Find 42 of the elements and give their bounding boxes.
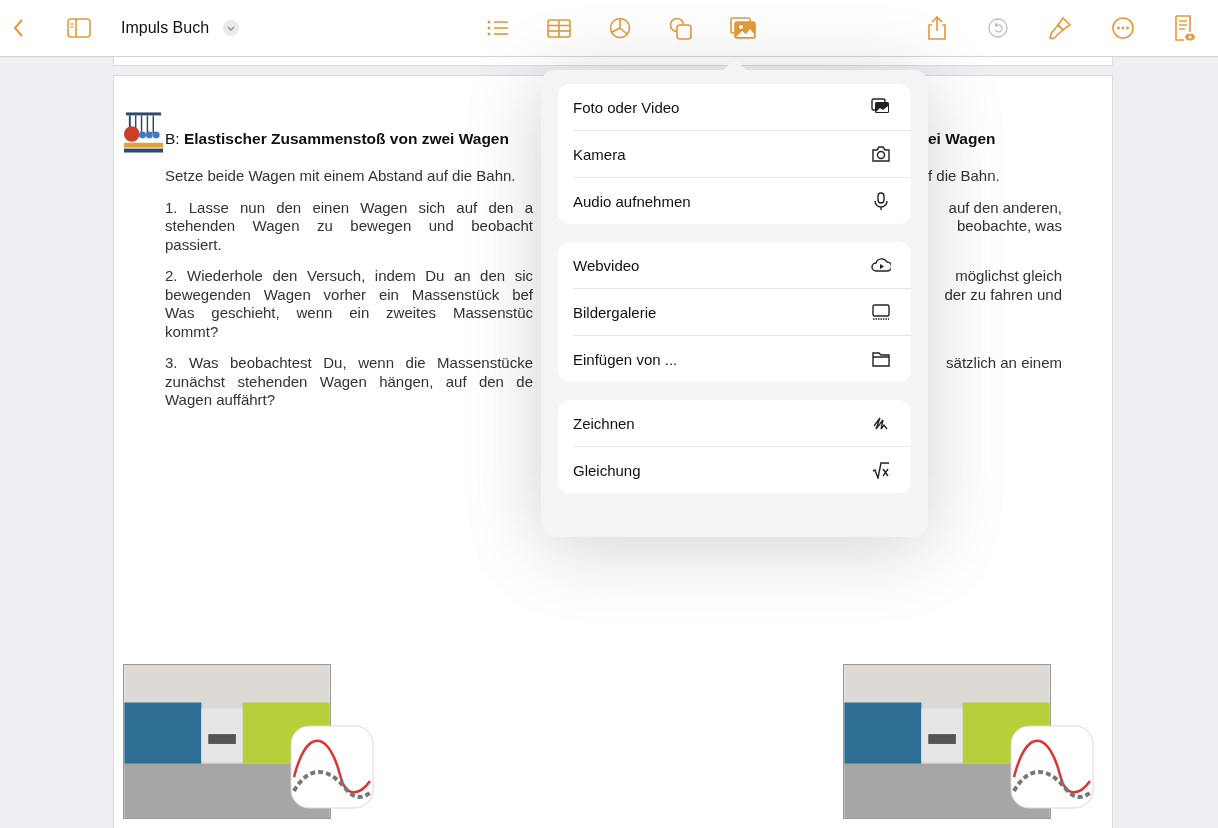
graph-app-icon	[1010, 725, 1094, 809]
table-icon	[547, 17, 571, 39]
pie-chart-icon	[609, 17, 631, 39]
gallery-icon	[871, 303, 891, 321]
list-icon	[486, 18, 509, 38]
shapes-icon	[669, 16, 692, 40]
paragraph: Setze beide Wagen mit einem Abstand auf die Bahn.	[165, 167, 517, 186]
graph-app-icon	[290, 725, 374, 809]
more-icon	[1112, 17, 1134, 39]
menu-item[interactable]: Foto oder Video	[573, 84, 911, 131]
media-icon	[730, 17, 756, 39]
paragraph: auf den anderen, beobachte, was	[947, 198, 1062, 236]
camera-icon	[871, 145, 891, 163]
microphone-icon	[871, 192, 891, 210]
paintbrush-icon	[1048, 16, 1072, 40]
menu-item[interactable]: Webvideo	[573, 242, 911, 289]
document-title-button[interactable]: Impuls Buch	[117, 17, 214, 39]
menu-item[interactable]: Gleichung	[573, 447, 911, 493]
menu-item[interactable]: Kamera	[573, 131, 911, 178]
share-icon	[926, 16, 948, 40]
paragraph: 2. Wiederhole den Versuch, indem Du an den sic bewegenden Wagen vorher ein Massenstück bef Was geschieht, wenn ein zweites Massenstüc kommt?	[165, 267, 533, 341]
paragraph: f die Bahn.	[928, 167, 1001, 186]
menu-item[interactable]: Einfügen von ...	[573, 336, 911, 382]
chevron-down-icon	[223, 20, 240, 36]
paragraph: 3. Was beobachtest Du, wenn die Massenstücke zunächst stehenden Wagen hängen, auf den de Wagen auffährt?	[165, 354, 533, 410]
sidebar-icon	[67, 18, 91, 38]
menu-item[interactable]: Audio aufnehmen	[573, 178, 911, 224]
cloud-play-icon	[871, 256, 891, 274]
photos-icon	[871, 98, 891, 116]
section-heading: ei Wagen	[928, 129, 997, 149]
menu-item[interactable]: Bildergalerie	[573, 289, 911, 336]
square-root-icon	[871, 461, 891, 479]
paragraph: möglichst gleich der zu fahren und	[943, 267, 1062, 305]
menu-item[interactable]: Zeichnen	[573, 400, 911, 447]
paragraph: sätzlich an einem	[945, 354, 1062, 373]
section-heading: B: Elastischer Zusammenstoß von zwei Wagen	[165, 129, 510, 149]
paragraph: 1. Lasse nun den einen Wagen sich auf den a stehenden Wagen zu bewegen und beobacht passiert.	[165, 198, 533, 254]
back-icon	[12, 18, 25, 38]
undo-icon	[988, 18, 1008, 38]
folder-icon	[871, 350, 891, 368]
document-preview-icon	[1174, 15, 1196, 41]
pendulum-icon	[122, 110, 165, 154]
